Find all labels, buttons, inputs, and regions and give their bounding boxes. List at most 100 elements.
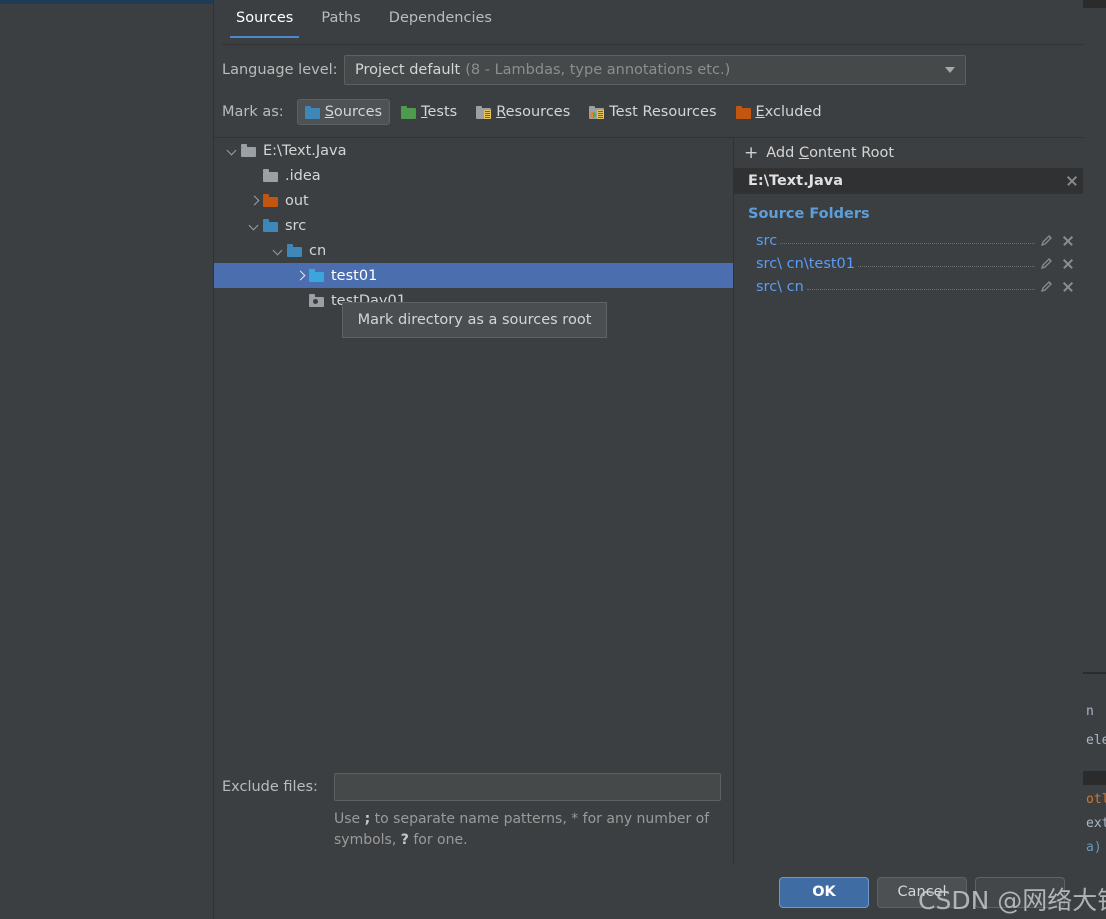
folder-blue-icon — [262, 219, 278, 232]
source-folders-title: Source Folders — [748, 206, 870, 222]
folder-grey-icon — [240, 144, 256, 157]
background-code-line: a) m — [1086, 840, 1106, 855]
exclude-files-input[interactable] — [334, 773, 721, 801]
language-level-value: Project default — [355, 62, 461, 78]
mark-as-test-resources-button[interactable]: Test Resources — [581, 99, 724, 125]
language-level-label: Language level: — [222, 62, 338, 78]
tree-row-label: E:\Text.Java — [263, 142, 347, 159]
tree-row[interactable]: out — [214, 188, 733, 213]
exclude-hint-part2: to separate name patterns, * for any num… — [334, 811, 710, 848]
content-root-header[interactable]: E:\Text.Java — [734, 168, 1083, 194]
content-root-path: E:\Text.Java — [748, 173, 844, 189]
folder-test-resources-icon — [589, 105, 605, 119]
project-structure-dialog: Sources Paths Dependencies Language leve… — [213, 0, 1083, 919]
chevron-down-icon[interactable] — [246, 218, 262, 234]
ok-button[interactable]: OK — [779, 876, 869, 908]
exclude-files-hint: Use ; to separate name patterns, * for a… — [334, 809, 721, 851]
mark-as-resources-label: Resources — [496, 104, 571, 120]
language-level-combo[interactable]: Project default (8 - Lambdas, type annot… — [344, 55, 966, 85]
tab-bar-underline — [222, 44, 1083, 45]
tree-row[interactable]: cn — [214, 238, 733, 263]
cancel-button[interactable]: Cancel — [877, 876, 967, 908]
exclude-files-label: Exclude files: — [222, 779, 318, 795]
mark-as-excluded-label: Excluded — [755, 104, 822, 120]
mark-as-row: Mark as: Sources Tests Resources Test Re… — [214, 85, 1083, 125]
content-roots-pane: + Add Content Root E:\Text.Java Source F… — [734, 137, 1083, 865]
tree-row-label: test01 — [331, 267, 378, 284]
chevron-right-icon[interactable] — [292, 268, 308, 284]
background-code-line: ext.J — [1086, 816, 1106, 831]
background-right-toolbar — [1083, 0, 1106, 8]
source-folder-path: src — [756, 232, 778, 249]
exclude-files-area: Exclude files: Use ; to separate name pa… — [214, 773, 733, 865]
source-folders-section: Source Folders src src\ cn\test01 src\ c… — [734, 194, 1083, 298]
chevron-down-icon[interactable] — [270, 243, 286, 259]
tooltip-text: Mark directory as a sources root — [357, 312, 592, 328]
dialog-footer: OK Cancel — [214, 865, 1083, 919]
tab-bar: Sources Paths Dependencies — [214, 0, 1083, 45]
remove-content-root-icon[interactable] — [1061, 170, 1083, 192]
plus-icon: + — [744, 142, 759, 163]
language-level-row: Language level: Project default (8 - Lam… — [214, 45, 1083, 85]
tree-row-label: cn — [309, 242, 327, 259]
folder-module-icon — [308, 294, 324, 307]
apply-button[interactable] — [975, 876, 1065, 908]
remove-source-folder-icon[interactable] — [1057, 230, 1079, 252]
exclude-hint-part1: Use — [334, 811, 365, 827]
mark-as-excluded-button[interactable]: Excluded — [728, 99, 830, 125]
chevron-down-icon[interactable] — [224, 143, 240, 159]
dotted-leader — [858, 255, 1035, 267]
folder-orange-icon — [735, 105, 751, 119]
source-folder-row[interactable]: src\ cn\test01 — [734, 252, 1083, 275]
folder-cyan-icon — [308, 269, 324, 282]
folder-grey-icon — [262, 169, 278, 182]
background-code-line: elea — [1086, 733, 1106, 748]
tab-paths[interactable]: Paths — [307, 0, 374, 38]
exclude-files-row: Exclude files: — [222, 773, 721, 801]
mark-as-tests-label: Tests — [421, 104, 458, 120]
language-level-hint: (8 - Lambdas, type annotations etc.) — [465, 62, 731, 78]
folder-blue-icon — [286, 244, 302, 257]
background-code-line: n — [1086, 704, 1094, 719]
folder-green-icon — [401, 105, 417, 119]
dotted-leader — [806, 278, 1035, 290]
exclude-hint-question: ? — [400, 832, 409, 848]
mark-as-resources-button[interactable]: Resources — [468, 99, 578, 125]
tree-row-label: .idea — [285, 167, 321, 184]
background-code-line: otlin — [1086, 792, 1106, 807]
edit-pencil-icon[interactable] — [1037, 231, 1057, 251]
chevron-down-icon[interactable] — [945, 67, 955, 73]
tree-row[interactable]: src — [214, 213, 733, 238]
source-folder-row[interactable]: src\ cn — [734, 275, 1083, 298]
mark-as-sources-button[interactable]: Sources — [296, 99, 391, 125]
tree-row[interactable]: .idea — [214, 163, 733, 188]
mark-as-sources-label: Sources — [324, 104, 383, 120]
tree-row-label: src — [285, 217, 307, 234]
edit-pencil-icon[interactable] — [1037, 277, 1057, 297]
tooltip: Mark directory as a sources root — [342, 302, 607, 338]
tree-row[interactable]: E:\Text.Java — [214, 138, 733, 163]
remove-source-folder-icon[interactable] — [1057, 253, 1079, 275]
tab-sources[interactable]: Sources — [222, 0, 307, 38]
folder-blue-icon — [304, 105, 320, 119]
mark-as-tests-button[interactable]: Tests — [393, 99, 465, 125]
add-content-root-label: Add Content Root — [766, 145, 895, 161]
source-folder-row[interactable]: src — [734, 229, 1083, 252]
background-right-separator-2 — [1083, 771, 1106, 785]
mark-as-test-resources-label: Test Resources — [609, 104, 717, 120]
folder-orange-icon — [262, 194, 278, 207]
tree-row-selected[interactable]: test01 — [214, 263, 733, 288]
add-content-root-button[interactable]: + Add Content Root — [734, 138, 1083, 168]
dialog-body: E:\Text.Java .idea out src cn test01 tes… — [214, 137, 1083, 865]
tab-dependencies[interactable]: Dependencies — [375, 0, 506, 38]
background-right-separator — [1083, 672, 1106, 674]
exclude-hint-part3: for one. — [408, 832, 468, 848]
dotted-leader — [780, 232, 1035, 244]
chevron-right-icon[interactable] — [246, 193, 262, 209]
tree-row-label: out — [285, 192, 309, 209]
source-folder-path: src\ cn — [756, 278, 804, 295]
remove-source-folder-icon[interactable] — [1057, 276, 1079, 298]
edit-pencil-icon[interactable] — [1037, 254, 1057, 274]
directory-tree-pane[interactable]: E:\Text.Java .idea out src cn test01 tes… — [214, 137, 734, 865]
